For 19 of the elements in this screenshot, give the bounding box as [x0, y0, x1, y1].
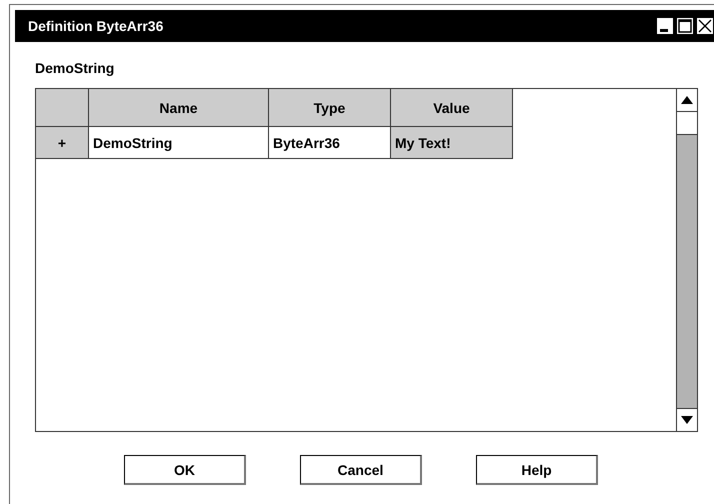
- column-header[interactable]: Value: [391, 89, 513, 127]
- table-cell: My Text!: [391, 127, 513, 159]
- table-cell: DemoString: [89, 127, 269, 159]
- scroll-up-icon[interactable]: [677, 89, 697, 112]
- row-expander[interactable]: +: [36, 127, 89, 159]
- column-header[interactable]: Type: [269, 89, 391, 127]
- dialog-button[interactable]: Cancel: [300, 455, 422, 485]
- dialog-button[interactable]: OK: [124, 455, 246, 485]
- window-title: Definition ByteArr36: [28, 18, 164, 34]
- column-header[interactable]: Name: [89, 89, 269, 127]
- close-icon[interactable]: [696, 17, 714, 35]
- dialog-button[interactable]: Help: [476, 455, 598, 485]
- minimize-icon[interactable]: [656, 17, 674, 35]
- table-cell: ByteArr36: [269, 127, 391, 159]
- scroll-thumb[interactable]: [677, 112, 697, 135]
- scrollbar[interactable]: [676, 89, 697, 431]
- section-label: DemoString: [35, 60, 116, 78]
- scroll-down-icon[interactable]: [677, 408, 697, 431]
- maximize-icon[interactable]: [676, 17, 694, 35]
